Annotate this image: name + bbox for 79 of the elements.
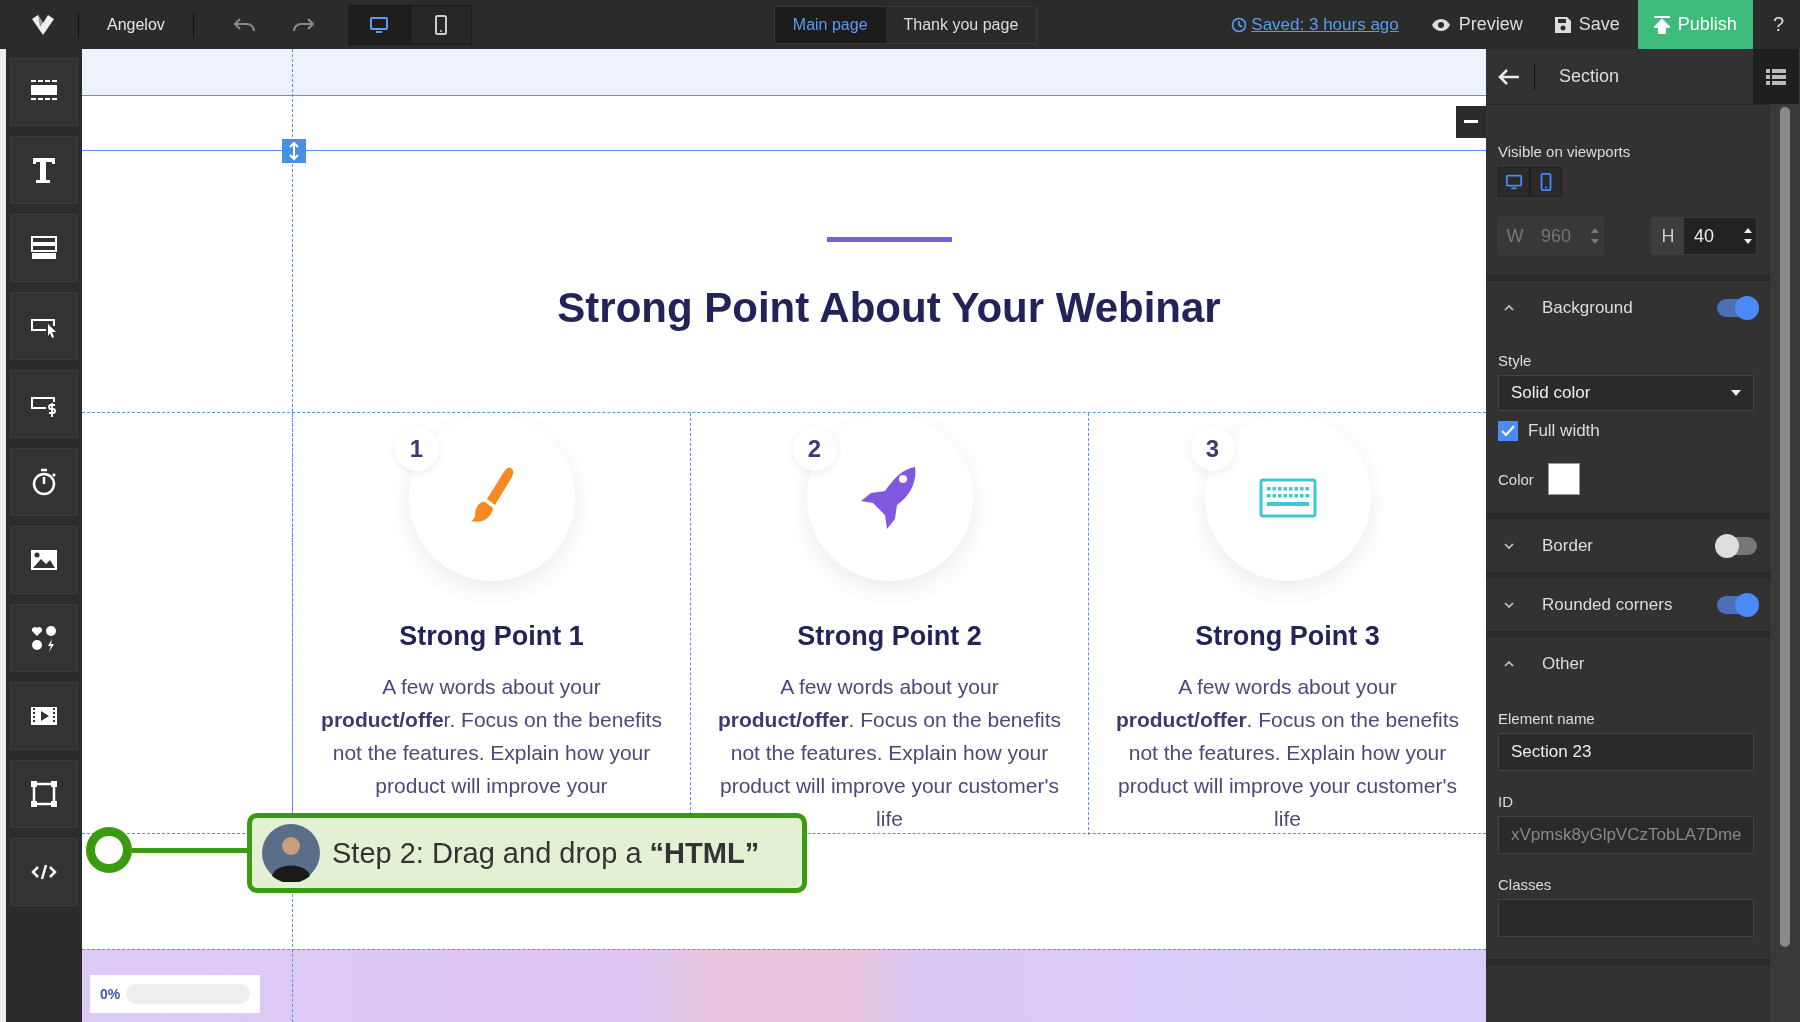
point-description: A few words about your product/offer. Focus on the benefits not the features. Explain how your product will improve your [320, 674, 663, 799]
checkbox-label: Full width [1528, 421, 1600, 441]
step-number: 3 [1190, 427, 1235, 471]
field-label: Color [1498, 470, 1534, 488]
monitor-icon [368, 14, 389, 35]
field-label: Element name [1498, 710, 1596, 727]
collapse-button[interactable] [1456, 106, 1486, 138]
saved-link[interactable]: Saved: 3 hours ago [1231, 14, 1399, 35]
section-label[interactable]: Other [1542, 653, 1757, 674]
point-description: A few words about your product/offer. Focus on the benefits not the features. Explain how your product will improve your customer's life [1115, 674, 1460, 832]
monitor-icon [1505, 173, 1523, 191]
mobile-view-button[interactable] [409, 4, 472, 45]
spinner-arrows-icon[interactable] [1740, 218, 1756, 254]
element-name-field[interactable]: Section 23 [1498, 733, 1754, 771]
panel-title: Section [1559, 66, 1620, 87]
tool-button[interactable] [10, 760, 78, 828]
logo-icon[interactable] [32, 14, 54, 35]
section-label[interactable]: Rounded corners [1542, 594, 1717, 615]
toggle-switch[interactable] [1717, 536, 1757, 555]
step-number: 1 [394, 427, 439, 471]
toggle-switch[interactable] [1717, 298, 1757, 317]
tool-button[interactable] [10, 604, 78, 672]
classes-field[interactable] [1498, 899, 1754, 937]
help-button[interactable]: ? [1766, 12, 1790, 37]
point-title: Strong Point 3 [1195, 621, 1380, 652]
step-number: 2 [792, 427, 837, 471]
progress-label: 0% [100, 986, 121, 1002]
tool-button[interactable] [10, 214, 78, 282]
eye-icon [1430, 17, 1451, 32]
keyboard-icon [1258, 478, 1317, 518]
dropdown-caret-icon [1731, 390, 1741, 396]
preview-button[interactable]: Preview [1430, 14, 1523, 35]
list-icon [1766, 67, 1786, 86]
desktop-view-button[interactable] [347, 4, 410, 45]
field-label: Classes [1498, 876, 1553, 893]
undo-icon [233, 16, 256, 33]
chevron-up-icon[interactable] [1504, 304, 1514, 311]
chevron-up-icon[interactable] [1504, 660, 1514, 667]
minus-icon [1464, 120, 1478, 124]
chevron-down-icon[interactable] [1504, 601, 1514, 608]
history-icon [1231, 16, 1248, 33]
layers-button[interactable] [1753, 49, 1799, 104]
upload-icon [1653, 15, 1670, 34]
field-label: Style [1498, 352, 1533, 369]
style-dropdown[interactable]: Solid color [1498, 375, 1754, 411]
frame-icon [28, 778, 60, 810]
tool-button[interactable] [10, 448, 78, 516]
scrollbar-thumb[interactable] [1780, 107, 1790, 947]
tool-button[interactable] [10, 136, 78, 204]
section-label[interactable]: Border [1542, 535, 1717, 556]
height-field[interactable]: H 40 [1651, 217, 1757, 255]
tool-button[interactable] [10, 292, 78, 360]
back-arrow-icon [1498, 67, 1520, 86]
field-label: Visible on viewports [1498, 143, 1632, 160]
headline: Strong Point About Your Webinar [557, 284, 1221, 332]
tool-button[interactable] [10, 526, 78, 594]
point-title: Strong Point 1 [399, 621, 584, 652]
avatar [262, 824, 320, 882]
section-label[interactable]: Background [1542, 297, 1717, 318]
tooltip-text: Step 2: Drag and drop a “HTML” [332, 836, 760, 870]
field-label: ID [1498, 793, 1514, 810]
checkmark-icon [1501, 425, 1515, 437]
page-tab[interactable]: Thank you page [885, 6, 1037, 43]
point-title: Strong Point 2 [797, 621, 982, 652]
redo-icon [291, 16, 314, 33]
tool-button[interactable] [10, 682, 78, 750]
tool-button[interactable] [10, 370, 78, 438]
color-swatch[interactable] [1547, 463, 1580, 495]
checkbox[interactable] [1498, 421, 1518, 441]
tool-button[interactable] [10, 838, 78, 906]
tool-button[interactable] [10, 58, 78, 126]
point-description: A few words about your product/offer. Focus on the benefits not the features. Explain how your product will improve your customer's life [717, 674, 1062, 832]
mobile-view-button[interactable] [1530, 167, 1562, 197]
project-name: Angelov [106, 15, 166, 34]
desktop-view-button[interactable] [1498, 167, 1530, 197]
chevron-down-icon[interactable] [1504, 542, 1514, 549]
toggle-switch[interactable] [1717, 595, 1757, 614]
save-button[interactable]: Save [1554, 14, 1620, 35]
hotspot-marker[interactable] [86, 827, 132, 873]
